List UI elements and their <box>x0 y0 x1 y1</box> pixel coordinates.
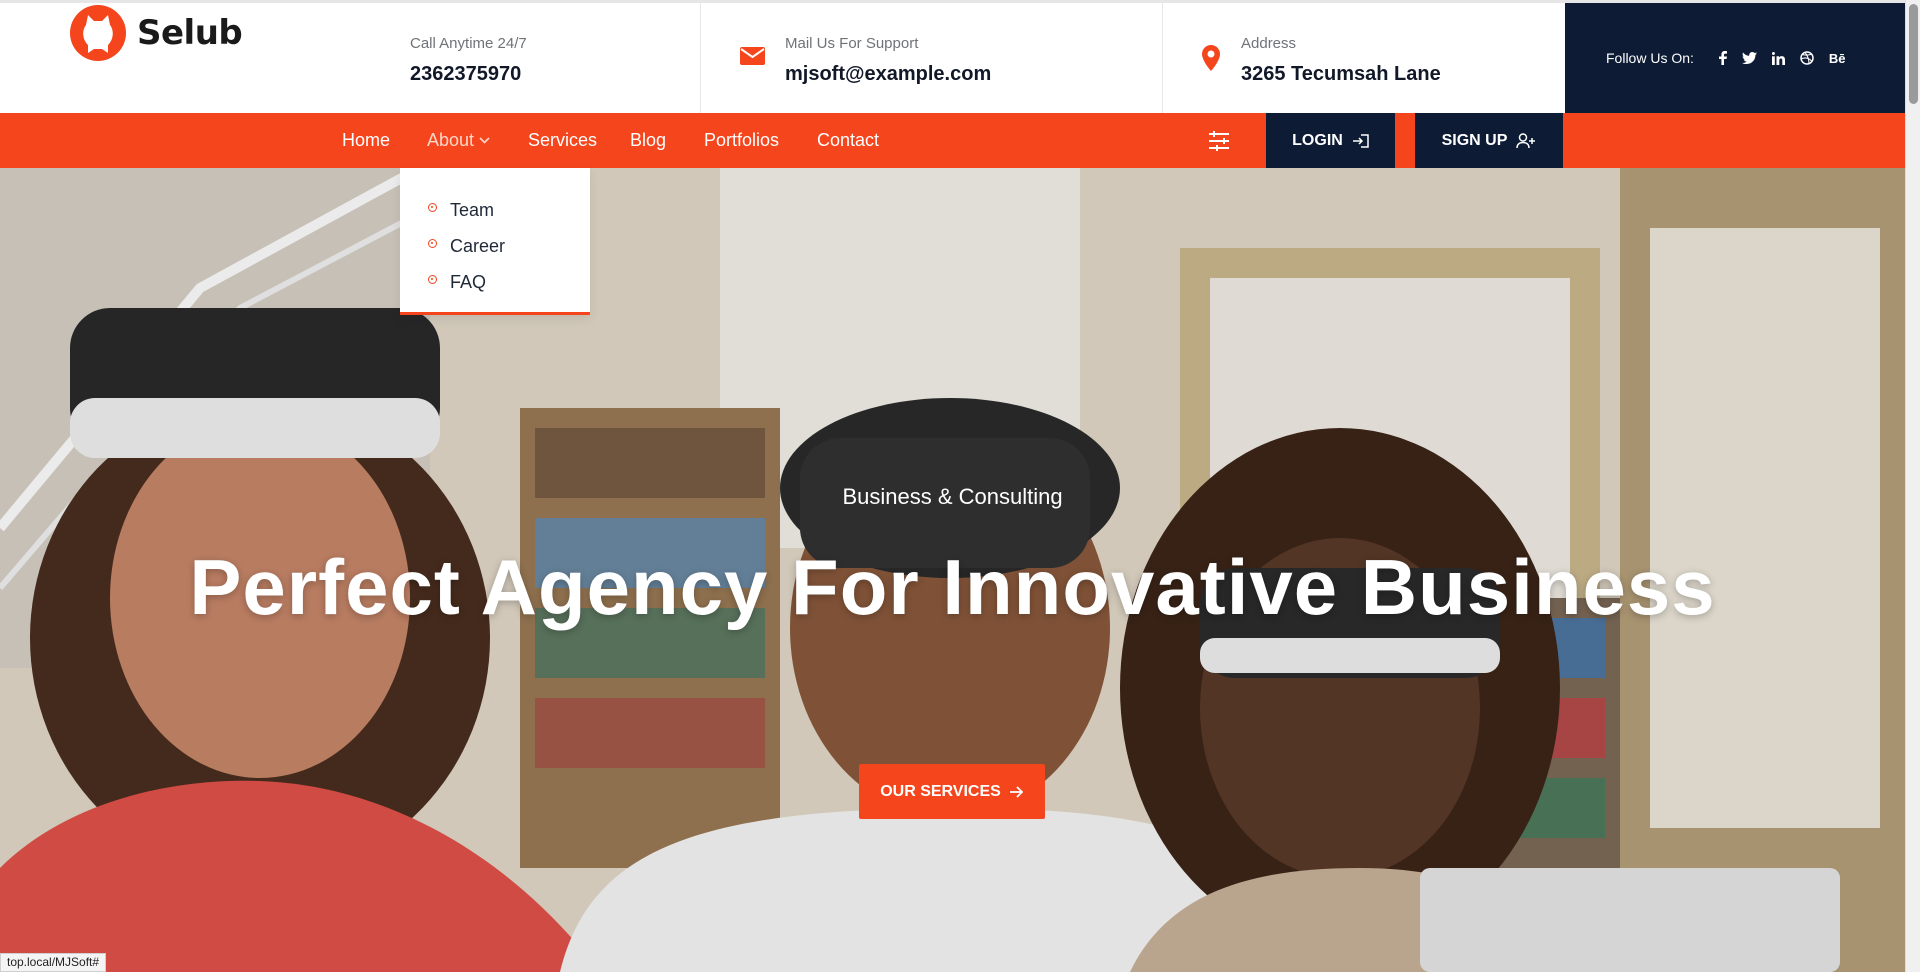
dropdown-item-faq[interactable]: FAQ <box>400 264 590 300</box>
signup-label: SIGN UP <box>1441 131 1508 149</box>
dropdown-item-team[interactable]: Team <box>400 192 590 228</box>
nav-about[interactable]: About <box>427 130 490 151</box>
our-services-button[interactable]: OUR SERVICES <box>859 764 1045 819</box>
our-services-label: OUR SERVICES <box>880 782 1001 800</box>
scrollbar-thumb[interactable] <box>1909 4 1918 104</box>
dropdown-label: FAQ <box>450 271 487 292</box>
main-navigation: Home About Services Blog Portfolios Cont… <box>0 113 1905 168</box>
dropdown-label: Career <box>450 235 506 256</box>
map-pin-icon <box>1202 45 1220 76</box>
address-label: Address <box>1241 35 1297 52</box>
envelope-icon <box>740 47 765 70</box>
login-icon <box>1343 133 1369 148</box>
login-button[interactable]: LOGIN <box>1266 113 1395 168</box>
login-label: LOGIN <box>1292 131 1343 149</box>
nav-services[interactable]: Services <box>528 130 597 151</box>
hero-section: Business & Consulting Perfect Agency For… <box>0 168 1905 972</box>
hero-subtitle: Business & Consulting <box>842 484 1063 509</box>
user-plus-icon <box>1507 132 1536 149</box>
dropdown-item-career[interactable]: Career <box>400 228 590 264</box>
phone-label: Call Anytime 24/7 <box>410 35 527 52</box>
bullet-icon <box>428 274 437 284</box>
bullet-icon <box>428 238 437 248</box>
page-scrollbar[interactable] <box>1905 0 1920 972</box>
twitter-icon[interactable] <box>1741 52 1757 64</box>
phone-value[interactable]: 2362375970 <box>410 63 521 86</box>
bullet-icon <box>428 202 437 212</box>
address-value: 3265 Tecumsah Lane <box>1241 63 1441 85</box>
cat-logo-icon <box>70 5 126 61</box>
divider <box>1162 3 1163 113</box>
mail-label: Mail Us For Support <box>785 35 919 52</box>
logo[interactable]: Selub <box>70 5 243 61</box>
follow-label: Follow Us On: <box>1606 50 1694 66</box>
menu-toggle-icon[interactable] <box>1205 130 1233 157</box>
nav-about-label: About <box>427 130 475 150</box>
hero-title: Perfect Agency For Innovative Business <box>189 543 1716 631</box>
arrow-right-icon <box>1001 785 1024 798</box>
divider <box>700 3 701 113</box>
chevron-down-icon <box>479 137 490 144</box>
facebook-icon[interactable] <box>1718 51 1727 65</box>
behance-icon[interactable]: Bē <box>1829 51 1846 66</box>
top-header: Selub Call Anytime 24/7 2362375970 Mail … <box>0 0 1905 113</box>
about-dropdown-menu: Team Career FAQ <box>400 168 590 315</box>
status-bar-url: top.local/MJSoft# <box>0 953 107 972</box>
dribbble-icon[interactable] <box>1800 51 1814 65</box>
social-bar: Follow Us On: Bē <box>1565 3 1905 113</box>
nav-contact[interactable]: Contact <box>817 130 879 151</box>
signup-button[interactable]: SIGN UP <box>1415 113 1563 168</box>
linkedin-icon[interactable] <box>1771 51 1785 65</box>
dropdown-label: Team <box>450 199 495 220</box>
brand-name: Selub <box>137 13 243 53</box>
mail-value[interactable]: mjsoft@example.com <box>785 63 991 86</box>
nav-home[interactable]: Home <box>342 130 390 151</box>
nav-blog[interactable]: Blog <box>630 130 666 151</box>
nav-portfolios[interactable]: Portfolios <box>704 130 779 151</box>
